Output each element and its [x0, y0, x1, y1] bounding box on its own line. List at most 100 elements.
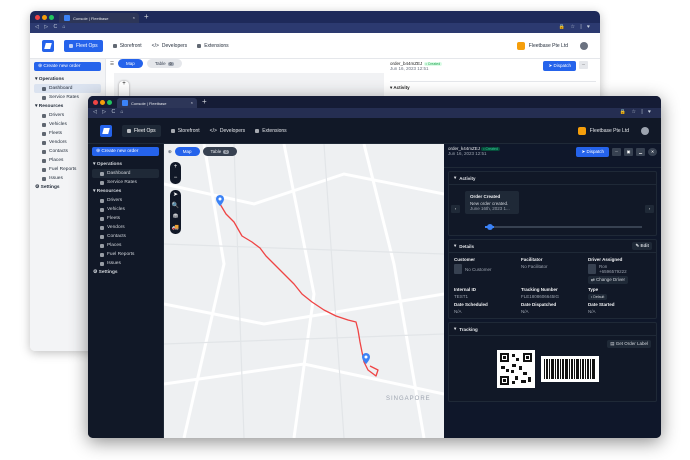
sidebar-item-vehicles[interactable]: Vehicles	[88, 205, 163, 214]
maximize-window-dot[interactable]	[107, 100, 112, 105]
back-dispatch-button[interactable]: ➤ Dispatch	[543, 61, 576, 71]
edit-details-button[interactable]: ✎ Edit	[632, 242, 652, 250]
sidebar-item-service-rates[interactable]: Service Rates	[88, 178, 163, 187]
contact-icon	[42, 149, 46, 154]
fleetbase-logo[interactable]	[42, 39, 54, 52]
activity-next-icon[interactable]: ›	[645, 205, 654, 213]
more-options-button[interactable]: ···	[612, 148, 621, 156]
sidebar-item-places[interactable]: Places	[88, 241, 163, 250]
table-tab-label: Table	[154, 61, 166, 66]
new-tab-icon[interactable]: +	[144, 12, 149, 21]
sidebar-item-label: Vendors	[49, 140, 67, 145]
dispatch-label: Dispatch	[553, 63, 571, 68]
sidebar-section-operations[interactable]: ▾ Operations	[30, 75, 105, 84]
org-switcher[interactable]: Fleetbase Pte Ltd	[516, 41, 588, 50]
layers-icon[interactable]: ⛃	[170, 212, 181, 223]
nav-buttons[interactable]: ◁ ▷ C ⌂	[35, 24, 68, 30]
search-icon[interactable]: 🔍	[170, 201, 181, 212]
internal-id-value: TEST1	[454, 294, 469, 299]
sidebar-section-resources[interactable]: ▾ Resources	[88, 187, 163, 196]
create-order-button[interactable]: ⊕ Create new order	[34, 62, 101, 71]
nav-extensions[interactable]: Extensions	[255, 128, 287, 134]
activity-title: Activity	[459, 175, 476, 181]
tab-close-icon[interactable]: ×	[133, 15, 135, 20]
timeline-handle[interactable]	[487, 224, 493, 230]
sidebar-item-vendors[interactable]: Vendors	[88, 223, 163, 232]
vehicle-icon	[42, 122, 46, 127]
activity-prev-icon[interactable]: ‹	[451, 205, 460, 213]
back-activity-header[interactable]: ▾ Activity	[390, 81, 596, 91]
address-bar-icons[interactable]: 🔒 ☆ | ♥	[559, 24, 592, 30]
avatar[interactable]	[641, 126, 649, 135]
nav-storefront[interactable]: Storefront	[170, 128, 200, 134]
nav-developers[interactable]: </> Developers	[210, 128, 246, 134]
table-tab[interactable]: Table 0	[202, 147, 238, 156]
sidebar-item-settings[interactable]: ⚙ Settings	[88, 268, 163, 277]
driver-icon	[100, 198, 104, 203]
org-switcher[interactable]: Fleetbase Pte Ltd	[577, 126, 649, 135]
section-label: Resources	[38, 104, 64, 109]
map-tab[interactable]: Map	[174, 147, 200, 156]
menu-icon[interactable]: ⊕	[168, 149, 172, 155]
browser-tab[interactable]: Console | Fleetbase ×	[59, 13, 139, 23]
minimize-window-dot[interactable]	[100, 100, 105, 105]
browser-tab[interactable]: Console | Fleetbase ×	[117, 98, 197, 108]
address-bar[interactable]: ◁ ▷ C ⌂ 🔒 ☆ | ♥	[88, 108, 661, 118]
dropoff-pin-icon[interactable]	[362, 353, 370, 364]
event-title: Order Created	[470, 194, 501, 199]
sidebar-item-contacts[interactable]: Contacts	[88, 232, 163, 241]
minimize-icon[interactable]: ▁	[636, 148, 645, 156]
sidebar-item-fleets[interactable]: Fleets	[88, 214, 163, 223]
code-icon: </>	[151, 42, 159, 49]
close-window-dot[interactable]	[93, 100, 98, 105]
address-bar[interactable]: ◁ ▷ C ⌂ 🔒 ☆ | ♥	[30, 23, 600, 33]
close-icon[interactable]: ✕	[648, 148, 657, 156]
menu-icon[interactable]: ☰	[110, 61, 114, 67]
sidebar-item-fuel-reports[interactable]: Fuel Reports	[88, 250, 163, 259]
avatar[interactable]	[580, 41, 588, 50]
fleetbase-logo[interactable]	[100, 124, 112, 137]
nav-fleet-ops[interactable]: Fleet Ops	[122, 124, 161, 137]
truck-icon[interactable]: 🚚	[170, 223, 181, 234]
activity-header[interactable]: ▾ Activity	[449, 172, 656, 185]
table-tab[interactable]: Table 0	[146, 59, 182, 68]
favicon-icon	[122, 100, 128, 106]
zoom-in-button[interactable]: +	[170, 162, 181, 173]
details-header[interactable]: ▾ Details ✎ Edit	[449, 240, 656, 253]
tab-close-icon[interactable]: ×	[191, 100, 193, 105]
puzzle-icon	[255, 128, 260, 133]
map-tab[interactable]: Map	[118, 59, 143, 68]
sidebar-item-label: Fuel Reports	[49, 167, 77, 172]
sidebar-section-operations[interactable]: ▾ Operations	[88, 160, 163, 169]
sidebar-item-issues[interactable]: Issues	[88, 259, 163, 268]
close-window-dot[interactable]	[35, 15, 40, 20]
activity-event-card[interactable]: Order Created New order created. June 16…	[465, 191, 519, 214]
nav-storefront[interactable]: Storefront	[112, 43, 142, 49]
back-more-button[interactable]: ···	[579, 61, 588, 69]
nav-buttons[interactable]: ◁ ▷ C ⌂	[93, 109, 126, 115]
store-icon	[170, 128, 175, 133]
nav-extensions[interactable]: Extensions	[197, 43, 229, 49]
nav-fleet-ops[interactable]: Fleet Ops	[64, 39, 103, 52]
sidebar-item-drivers[interactable]: Drivers	[88, 196, 163, 205]
address-bar-icons[interactable]: 🔒 ☆ | ♥	[620, 109, 653, 115]
sidebar-item-dashboard[interactable]: Dashboard	[34, 84, 101, 93]
locate-icon[interactable]: ➤	[170, 190, 181, 201]
print-icon[interactable]: ▣	[624, 148, 633, 156]
route-map[interactable]: ⊕ Map Table 0 + − ➤ 🔍 ⛃ 🚚 SINGAPORE	[164, 144, 444, 438]
timeline-track[interactable]	[485, 224, 642, 230]
map-canvas[interactable]	[164, 144, 444, 438]
get-order-label-button[interactable]: ▤ Get Order Label	[607, 340, 651, 348]
maximize-window-dot[interactable]	[49, 15, 54, 20]
tracking-header[interactable]: ▾ Tracking	[449, 323, 656, 336]
dispatch-button[interactable]: ➤ Dispatch	[576, 147, 609, 157]
minimize-window-dot[interactable]	[42, 15, 47, 20]
pickup-pin-icon[interactable]	[216, 195, 224, 206]
nav-developers[interactable]: </> Developers	[152, 43, 188, 49]
date-started-value: N/A	[588, 309, 596, 314]
zoom-out-button[interactable]: −	[170, 173, 181, 184]
change-driver-button[interactable]: ⇄ Change Driver	[588, 276, 629, 284]
sidebar-item-dashboard[interactable]: Dashboard	[92, 169, 159, 178]
create-order-button[interactable]: ⊕ Create new order	[92, 147, 159, 156]
new-tab-icon[interactable]: +	[202, 97, 207, 106]
